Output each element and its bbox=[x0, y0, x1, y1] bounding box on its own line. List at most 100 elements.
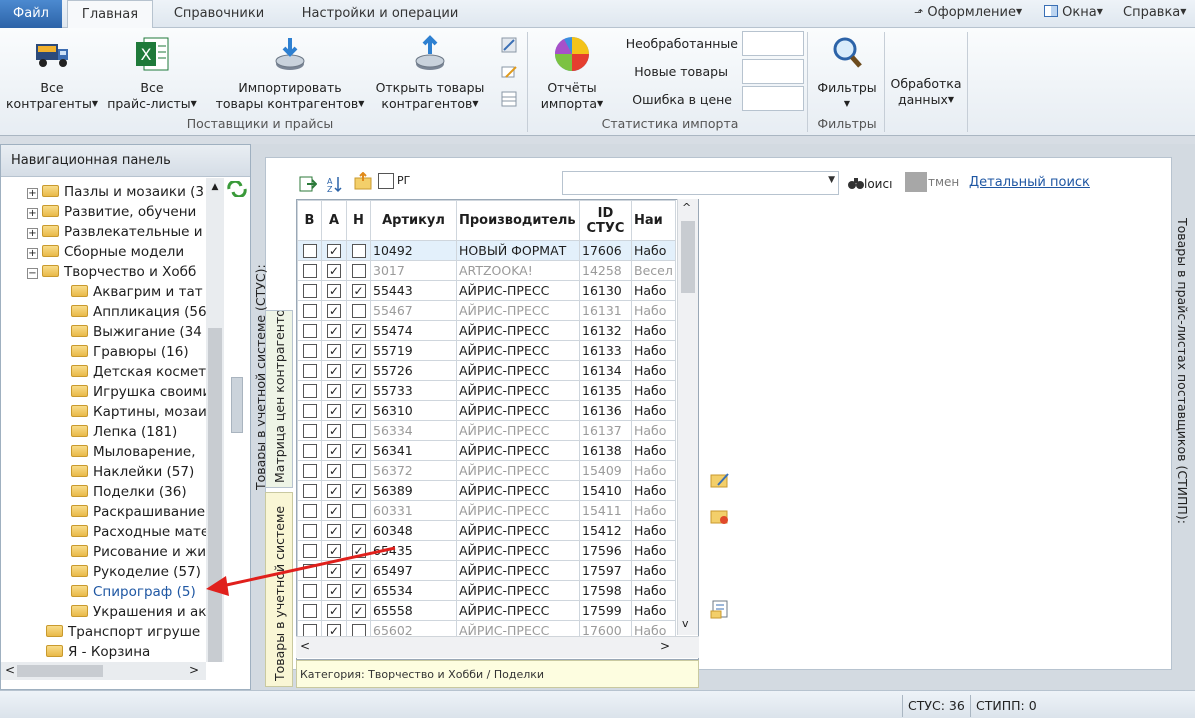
cell-checkbox-a[interactable]: ✓ bbox=[321, 360, 347, 381]
cell-article[interactable]: 55726 bbox=[370, 360, 457, 381]
scroll-right-icon[interactable]: > bbox=[189, 663, 199, 677]
unchecked-checkbox[interactable] bbox=[302, 343, 317, 358]
cell-checkbox-a[interactable]: ✓ bbox=[321, 240, 347, 261]
tree-expander-icon[interactable]: + bbox=[27, 188, 38, 199]
help-menu[interactable]: Справка▼ bbox=[1123, 5, 1186, 20]
cell-checkbox-n[interactable] bbox=[346, 420, 371, 441]
table-row[interactable]: ✓ ✓ 55443 АЙРИС-ПРЕСС 16130 Набо bbox=[297, 280, 676, 301]
cell-maker[interactable]: АЙРИС-ПРЕСС bbox=[456, 360, 580, 381]
cell-article[interactable]: 56389 bbox=[370, 480, 457, 501]
cell-name[interactable]: Набо bbox=[631, 560, 676, 581]
tree-expander-icon[interactable]: + bbox=[27, 228, 38, 239]
unchecked-checkbox[interactable] bbox=[302, 363, 317, 378]
grid-scroll-right-icon[interactable]: > bbox=[660, 639, 670, 653]
search-button[interactable]: loиcı bbox=[848, 176, 892, 191]
unchecked-checkbox[interactable] bbox=[351, 303, 366, 318]
tree-item[interactable]: + Развитие, обучени bbox=[27, 202, 196, 222]
cell-article[interactable]: 65497 bbox=[370, 560, 457, 581]
tree-expander-icon[interactable]: − bbox=[27, 268, 38, 279]
table-row[interactable]: ✓ ✓ 65435 АЙРИС-ПРЕСС 17596 Набо bbox=[297, 540, 676, 561]
grid-scroll-thumb[interactable] bbox=[681, 221, 695, 293]
cell-name[interactable]: Набо bbox=[631, 320, 676, 341]
cell-name[interactable]: Набо bbox=[631, 300, 676, 321]
cell-checkbox-b[interactable] bbox=[297, 520, 322, 541]
checked-checkbox[interactable]: ✓ bbox=[351, 323, 366, 338]
cell-checkbox-b[interactable] bbox=[297, 360, 322, 381]
cell-article[interactable]: 55443 bbox=[370, 280, 457, 301]
unchecked-checkbox[interactable] bbox=[351, 263, 366, 278]
cell-name[interactable]: Набо bbox=[631, 580, 676, 601]
cell-checkbox-n[interactable]: ✓ bbox=[346, 340, 371, 361]
cell-name[interactable]: Набо bbox=[631, 540, 676, 561]
all-pricelists-button[interactable]: X Все прайс-листы▼ bbox=[102, 34, 202, 112]
cell-checkbox-n[interactable]: ✓ bbox=[346, 580, 371, 601]
cell-maker[interactable]: АЙРИС-ПРЕСС bbox=[456, 460, 580, 481]
collapse-ribbon-icon[interactable]: ⬏ bbox=[914, 6, 923, 19]
cell-checkbox-n[interactable] bbox=[346, 500, 371, 521]
cell-maker[interactable]: АЙРИС-ПРЕСС bbox=[456, 580, 580, 601]
col-header-name[interactable]: Наи bbox=[631, 200, 676, 241]
checked-checkbox[interactable]: ✓ bbox=[327, 283, 341, 298]
checked-checkbox[interactable]: ✓ bbox=[351, 583, 366, 598]
checked-checkbox[interactable]: ✓ bbox=[327, 603, 341, 618]
cell-article[interactable]: 55733 bbox=[370, 380, 457, 401]
checked-checkbox[interactable]: ✓ bbox=[327, 423, 341, 438]
col-header-maker[interactable]: Производитель bbox=[456, 200, 580, 241]
checked-checkbox[interactable]: ✓ bbox=[327, 503, 341, 518]
cell-maker[interactable]: АЙРИС-ПРЕСС bbox=[456, 540, 580, 561]
table-row[interactable]: ✓ 56372 АЙРИС-ПРЕСС 15409 Набо bbox=[297, 460, 676, 481]
tree-item[interactable]: Рукоделие (57) bbox=[71, 562, 201, 582]
cell-checkbox-b[interactable] bbox=[297, 260, 322, 281]
tree-item[interactable]: Транспорт игруше bbox=[27, 622, 200, 642]
checked-checkbox[interactable]: ✓ bbox=[327, 463, 341, 478]
cell-checkbox-a[interactable]: ✓ bbox=[321, 300, 347, 321]
cell-id-stus[interactable]: 16138 bbox=[579, 440, 632, 461]
tree-item[interactable]: + Развлекательные и bbox=[27, 222, 203, 242]
data-processing-button[interactable]: Обработка данных▼ bbox=[886, 76, 966, 108]
checked-checkbox[interactable]: ✓ bbox=[351, 343, 366, 358]
cell-id-stus[interactable]: 16132 bbox=[579, 320, 632, 341]
cell-article[interactable]: 60348 bbox=[370, 520, 457, 541]
cell-checkbox-n[interactable] bbox=[346, 300, 371, 321]
table-small-icon[interactable] bbox=[500, 90, 518, 108]
cell-name[interactable]: Набо bbox=[631, 340, 676, 361]
cell-name[interactable]: Набо bbox=[631, 420, 676, 441]
table-row[interactable]: ✓ ✓ 55726 АЙРИС-ПРЕСС 16134 Набо bbox=[297, 360, 676, 381]
clear-swatch[interactable] bbox=[905, 172, 927, 192]
table-row[interactable]: ✓ 3017 ARTZOOKA! 14258 Весел bbox=[297, 260, 676, 281]
tab-settings[interactable]: Настройки и операции bbox=[288, 0, 472, 28]
tab-file[interactable]: Файл bbox=[0, 0, 62, 28]
cell-checkbox-n[interactable] bbox=[346, 260, 371, 281]
unchecked-checkbox[interactable] bbox=[302, 563, 317, 578]
cell-checkbox-b[interactable] bbox=[297, 480, 322, 501]
tab-home[interactable]: Главная bbox=[67, 0, 153, 29]
cell-checkbox-b[interactable] bbox=[297, 280, 322, 301]
cell-checkbox-a[interactable]: ✓ bbox=[321, 580, 347, 601]
tree-item[interactable]: Картины, мозаи bbox=[71, 402, 206, 422]
dropdown-arrow-icon[interactable]: ▼ bbox=[828, 175, 835, 185]
cell-maker[interactable]: АЙРИС-ПРЕСС bbox=[456, 380, 580, 401]
cell-checkbox-b[interactable] bbox=[297, 540, 322, 561]
cell-checkbox-b[interactable] bbox=[297, 400, 322, 421]
unchecked-checkbox[interactable] bbox=[302, 303, 317, 318]
table-row[interactable]: ✓ ✓ 65534 АЙРИС-ПРЕСС 17598 Набо bbox=[297, 580, 676, 601]
document-list-icon[interactable] bbox=[710, 600, 730, 620]
cell-maker[interactable]: АЙРИС-ПРЕСС bbox=[456, 600, 580, 621]
unchecked-checkbox[interactable] bbox=[351, 503, 366, 518]
cell-checkbox-a[interactable]: ✓ bbox=[321, 540, 347, 561]
cell-checkbox-a[interactable]: ✓ bbox=[321, 380, 347, 401]
checked-checkbox[interactable]: ✓ bbox=[351, 563, 366, 578]
cell-checkbox-b[interactable] bbox=[297, 340, 322, 361]
cell-id-stus[interactable]: 17598 bbox=[579, 580, 632, 601]
folder-edit-icon[interactable] bbox=[710, 471, 730, 489]
cell-name[interactable]: Набо bbox=[631, 240, 676, 261]
tree-item[interactable]: Лепка (181) bbox=[71, 422, 177, 442]
cell-checkbox-b[interactable] bbox=[297, 500, 322, 521]
tree-item[interactable]: Аппликация (56 bbox=[71, 302, 206, 322]
pf-checkbox[interactable] bbox=[378, 173, 394, 189]
cell-maker[interactable]: АЙРИС-ПРЕСС bbox=[456, 500, 580, 521]
checked-checkbox[interactable]: ✓ bbox=[327, 363, 341, 378]
cell-checkbox-b[interactable] bbox=[297, 600, 322, 621]
table-row[interactable]: ✓ ✓ 55733 АЙРИС-ПРЕСС 16135 Набо bbox=[297, 380, 676, 401]
cell-id-stus[interactable]: 16133 bbox=[579, 340, 632, 361]
